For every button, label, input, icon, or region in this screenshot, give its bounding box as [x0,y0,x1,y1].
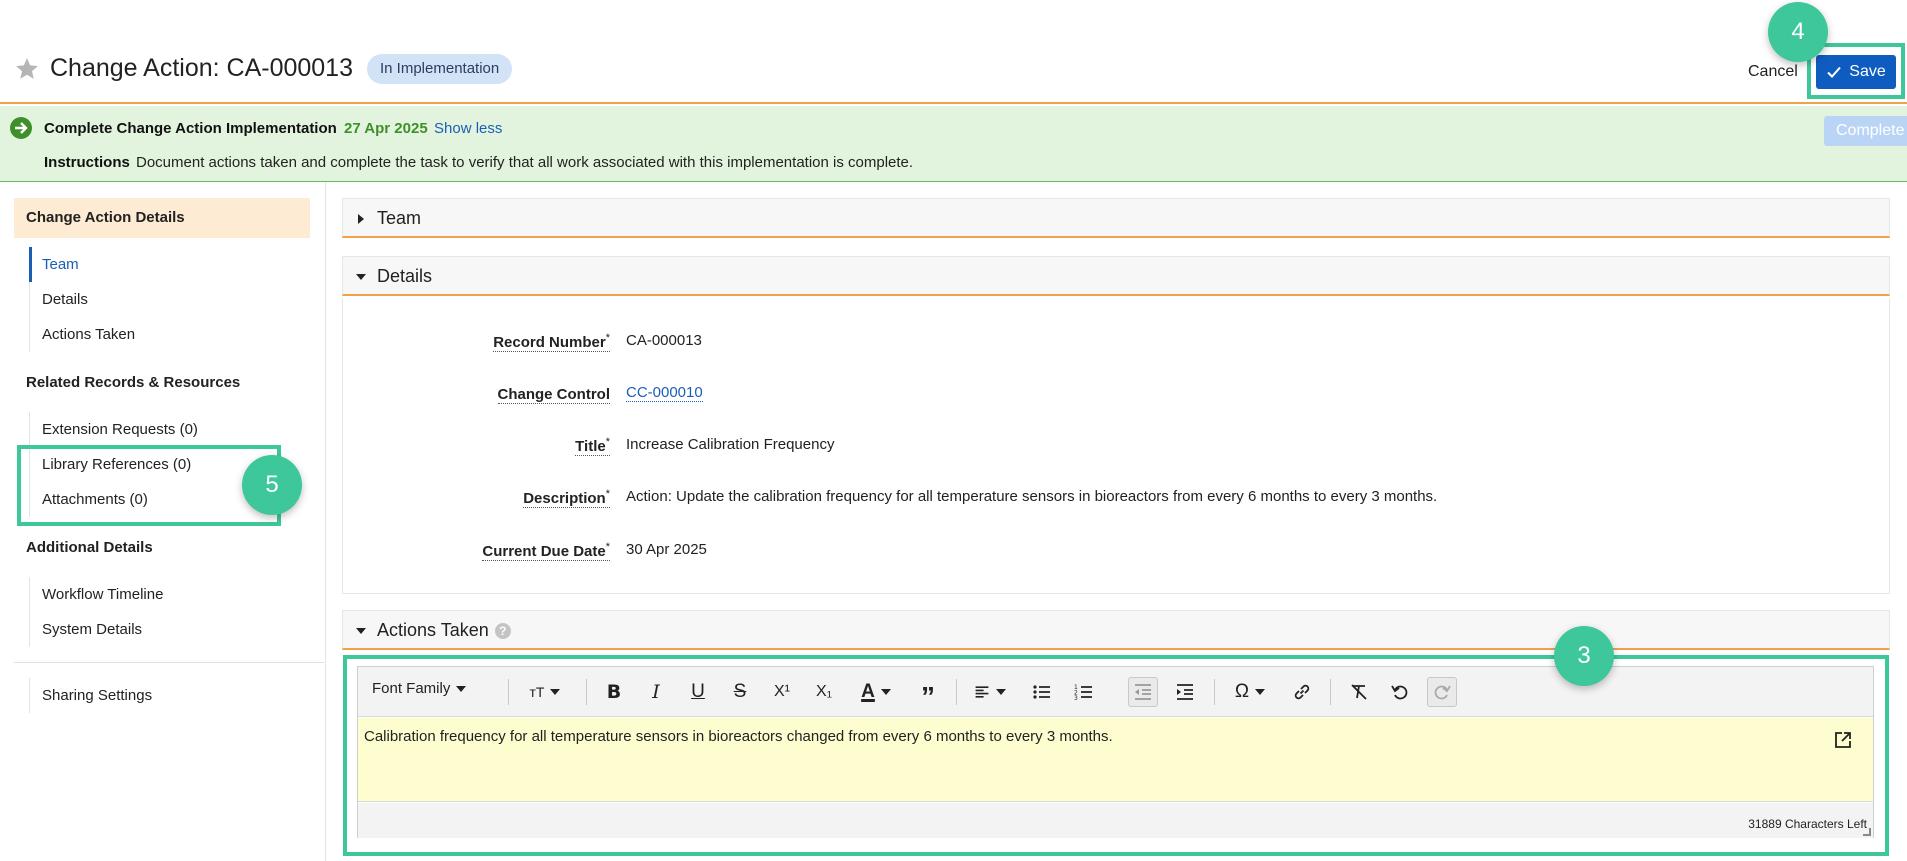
task-name: Complete Change Action Implementation [44,120,337,137]
favorite-star-icon[interactable] [14,56,40,82]
field-value-change-control-link[interactable]: CC-000010 [626,384,703,402]
help-icon[interactable]: ? [494,623,511,640]
panel-actions-taken-header[interactable]: Actions Taken? [342,610,1890,650]
details-fields: Record Number* CA-000013 Change Control … [342,298,1890,594]
field-value-title: Increase Calibration Frequency [626,436,835,453]
field-label-change-control: Change Control [497,386,610,404]
task-banner: Complete Change Action Implementation 27… [0,106,1907,182]
sidebar-item-extension-requests[interactable]: Extension Requests (0) [29,412,289,447]
callout-3: 3 [1554,626,1614,686]
callout-5: 5 [242,455,302,515]
sidebar-item-actions-taken[interactable]: Actions Taken [29,317,289,352]
arrow-right-circle-icon [10,117,32,139]
field-value-description: Action: Update the calibration frequency… [626,488,1438,505]
field-label-record-number: Record Number* [493,332,610,352]
sidebar-item-team[interactable]: Team [29,247,289,282]
field-label-title: Title* [575,436,610,456]
panel-team-title: Team [377,208,422,228]
field-label-current-due-date: Current Due Date* [482,541,610,561]
highlight-save-box [1807,43,1905,99]
sidebar-item-workflow-timeline[interactable]: Workflow Timeline [29,577,289,612]
sidebar-item-details[interactable]: Details [29,282,289,317]
instructions-label: Instructions [44,154,130,171]
status-badge: In Implementation [367,54,513,84]
panel-actions-taken-title: Actions Taken [377,620,489,640]
field-value-record-number: CA-000013 [626,332,702,349]
cancel-button[interactable]: Cancel [1748,63,1798,81]
instructions-text: Document actions taken and complete the … [136,154,914,171]
show-less-link[interactable]: Show less [434,120,502,137]
highlight-editor-box [343,655,1889,856]
caret-down-icon [356,628,366,634]
field-value-current-due-date: 30 Apr 2025 [626,541,707,558]
sidebar-divider [14,662,324,663]
panel-details-title: Details [377,266,433,286]
panel-team-header[interactable]: Team [342,198,1890,238]
sidebar-item-system-details[interactable]: System Details [29,612,289,647]
complete-button[interactable]: Complete [1824,116,1907,146]
sidebar-item-sharing-settings[interactable]: Sharing Settings [29,678,289,713]
field-label-description: Description* [523,488,610,508]
sidebar-section-change-action-details[interactable]: Change Action Details [14,198,310,238]
task-due-date: 27 Apr 2025 [344,120,428,137]
callout-4: 4 [1768,2,1828,62]
caret-down-icon [356,274,366,280]
caret-right-icon [358,214,364,224]
page-title: Change Action: CA-000013 [50,54,353,82]
sidebar-heading-related: Related Records & Resources [26,374,241,391]
page-header: Change Action: CA-000013 In Implementati… [0,0,1907,104]
sidebar-heading-additional: Additional Details [26,539,153,556]
panel-details-header[interactable]: Details [342,256,1890,296]
